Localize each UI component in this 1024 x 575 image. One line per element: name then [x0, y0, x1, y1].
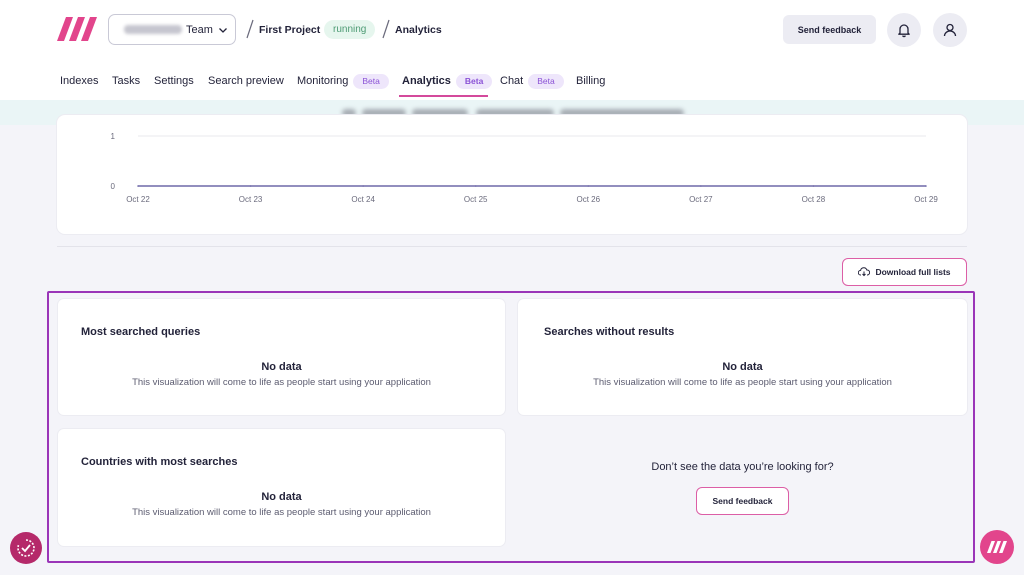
- tab-label: Chat: [500, 75, 524, 87]
- tab-settings[interactable]: Settings: [154, 70, 194, 99]
- x-tick-label: Oct 22: [126, 195, 150, 204]
- tab-tasks[interactable]: Tasks: [112, 70, 140, 99]
- meilisearch-logo-icon: [987, 541, 1007, 553]
- support-widget-button[interactable]: [980, 530, 1014, 564]
- data-point: [812, 185, 815, 187]
- tab-label: Indexes: [60, 75, 99, 87]
- highlight-frame: [47, 291, 975, 563]
- data-point: [700, 185, 702, 187]
- download-label: Download full lists: [875, 267, 951, 277]
- user-icon: [943, 23, 957, 37]
- data-point: [249, 185, 252, 187]
- tab-label: Search preview: [208, 75, 284, 87]
- beta-badge: Beta: [455, 74, 493, 89]
- x-tick-label: Oct 27: [689, 195, 713, 204]
- tab-label: Monitoring: [297, 75, 349, 87]
- tab-label: Settings: [154, 75, 194, 87]
- download-full-lists-button[interactable]: Download full lists: [842, 258, 967, 286]
- x-tick-label: Oct 28: [802, 195, 826, 204]
- breadcrumb-project[interactable]: First Project: [259, 24, 320, 36]
- tab-label: Analytics: [402, 75, 451, 87]
- breadcrumb-page: Analytics: [395, 24, 442, 36]
- data-point: [474, 185, 477, 187]
- account-button[interactable]: [933, 13, 967, 47]
- tab-billing[interactable]: Billing: [576, 70, 605, 99]
- tab-search-preview[interactable]: Search preview: [208, 70, 284, 99]
- x-tick-label: Oct 26: [576, 195, 600, 204]
- tab-chat[interactable]: Chat Beta: [500, 70, 564, 99]
- data-point: [362, 185, 364, 187]
- send-feedback-button[interactable]: Send feedback: [783, 15, 876, 44]
- notifications-button[interactable]: [887, 13, 921, 47]
- data-point: [587, 185, 590, 187]
- checklist-progress-icon: [17, 539, 35, 557]
- beta-badge: Beta: [528, 74, 564, 89]
- meilisearch-logo-icon[interactable]: [57, 17, 97, 41]
- team-label: Team: [186, 23, 213, 36]
- data-point: [925, 185, 927, 187]
- tab-label: Billing: [576, 75, 606, 87]
- top-bar: Team First Project running Analytics Sen…: [0, 0, 1024, 100]
- cloud-download-icon: [858, 267, 871, 277]
- active-tab-indicator: [399, 95, 488, 97]
- bell-icon: [898, 24, 910, 38]
- x-tick-label: Oct 24: [351, 195, 375, 204]
- beta-badge: Beta: [353, 74, 389, 89]
- project-status-badge: running: [324, 20, 376, 39]
- tab-indexes[interactable]: Indexes: [60, 70, 99, 99]
- team-selector[interactable]: Team: [108, 14, 236, 45]
- section-divider: [57, 246, 967, 247]
- analytics-chart-card: 0 1 Oct 22 Oct 23 Oct 24 Oct 25 Oct 26 Oct 27 Oc…: [57, 115, 967, 234]
- tab-label: Tasks: [112, 75, 141, 87]
- x-tick-label: Oct 25: [464, 195, 488, 204]
- breadcrumb-separator-icon: [246, 19, 254, 39]
- y-tick-label: 0: [111, 182, 116, 191]
- team-name-redacted: [124, 25, 182, 34]
- data-point: [137, 185, 139, 187]
- chevron-down-icon: [218, 27, 227, 33]
- searches-line-chart: 0 1 Oct 22 Oct 23 Oct 24 Oct 25 Oct 26 Oct 27 Oc…: [111, 132, 939, 204]
- y-tick-label: 1: [111, 132, 116, 141]
- tab-monitoring[interactable]: Monitoring Beta: [297, 70, 389, 99]
- onboarding-checklist-button[interactable]: [10, 532, 42, 564]
- breadcrumb-separator-icon: [382, 19, 390, 39]
- x-tick-label: Oct 29: [914, 195, 938, 204]
- x-tick-label: Oct 23: [239, 195, 263, 204]
